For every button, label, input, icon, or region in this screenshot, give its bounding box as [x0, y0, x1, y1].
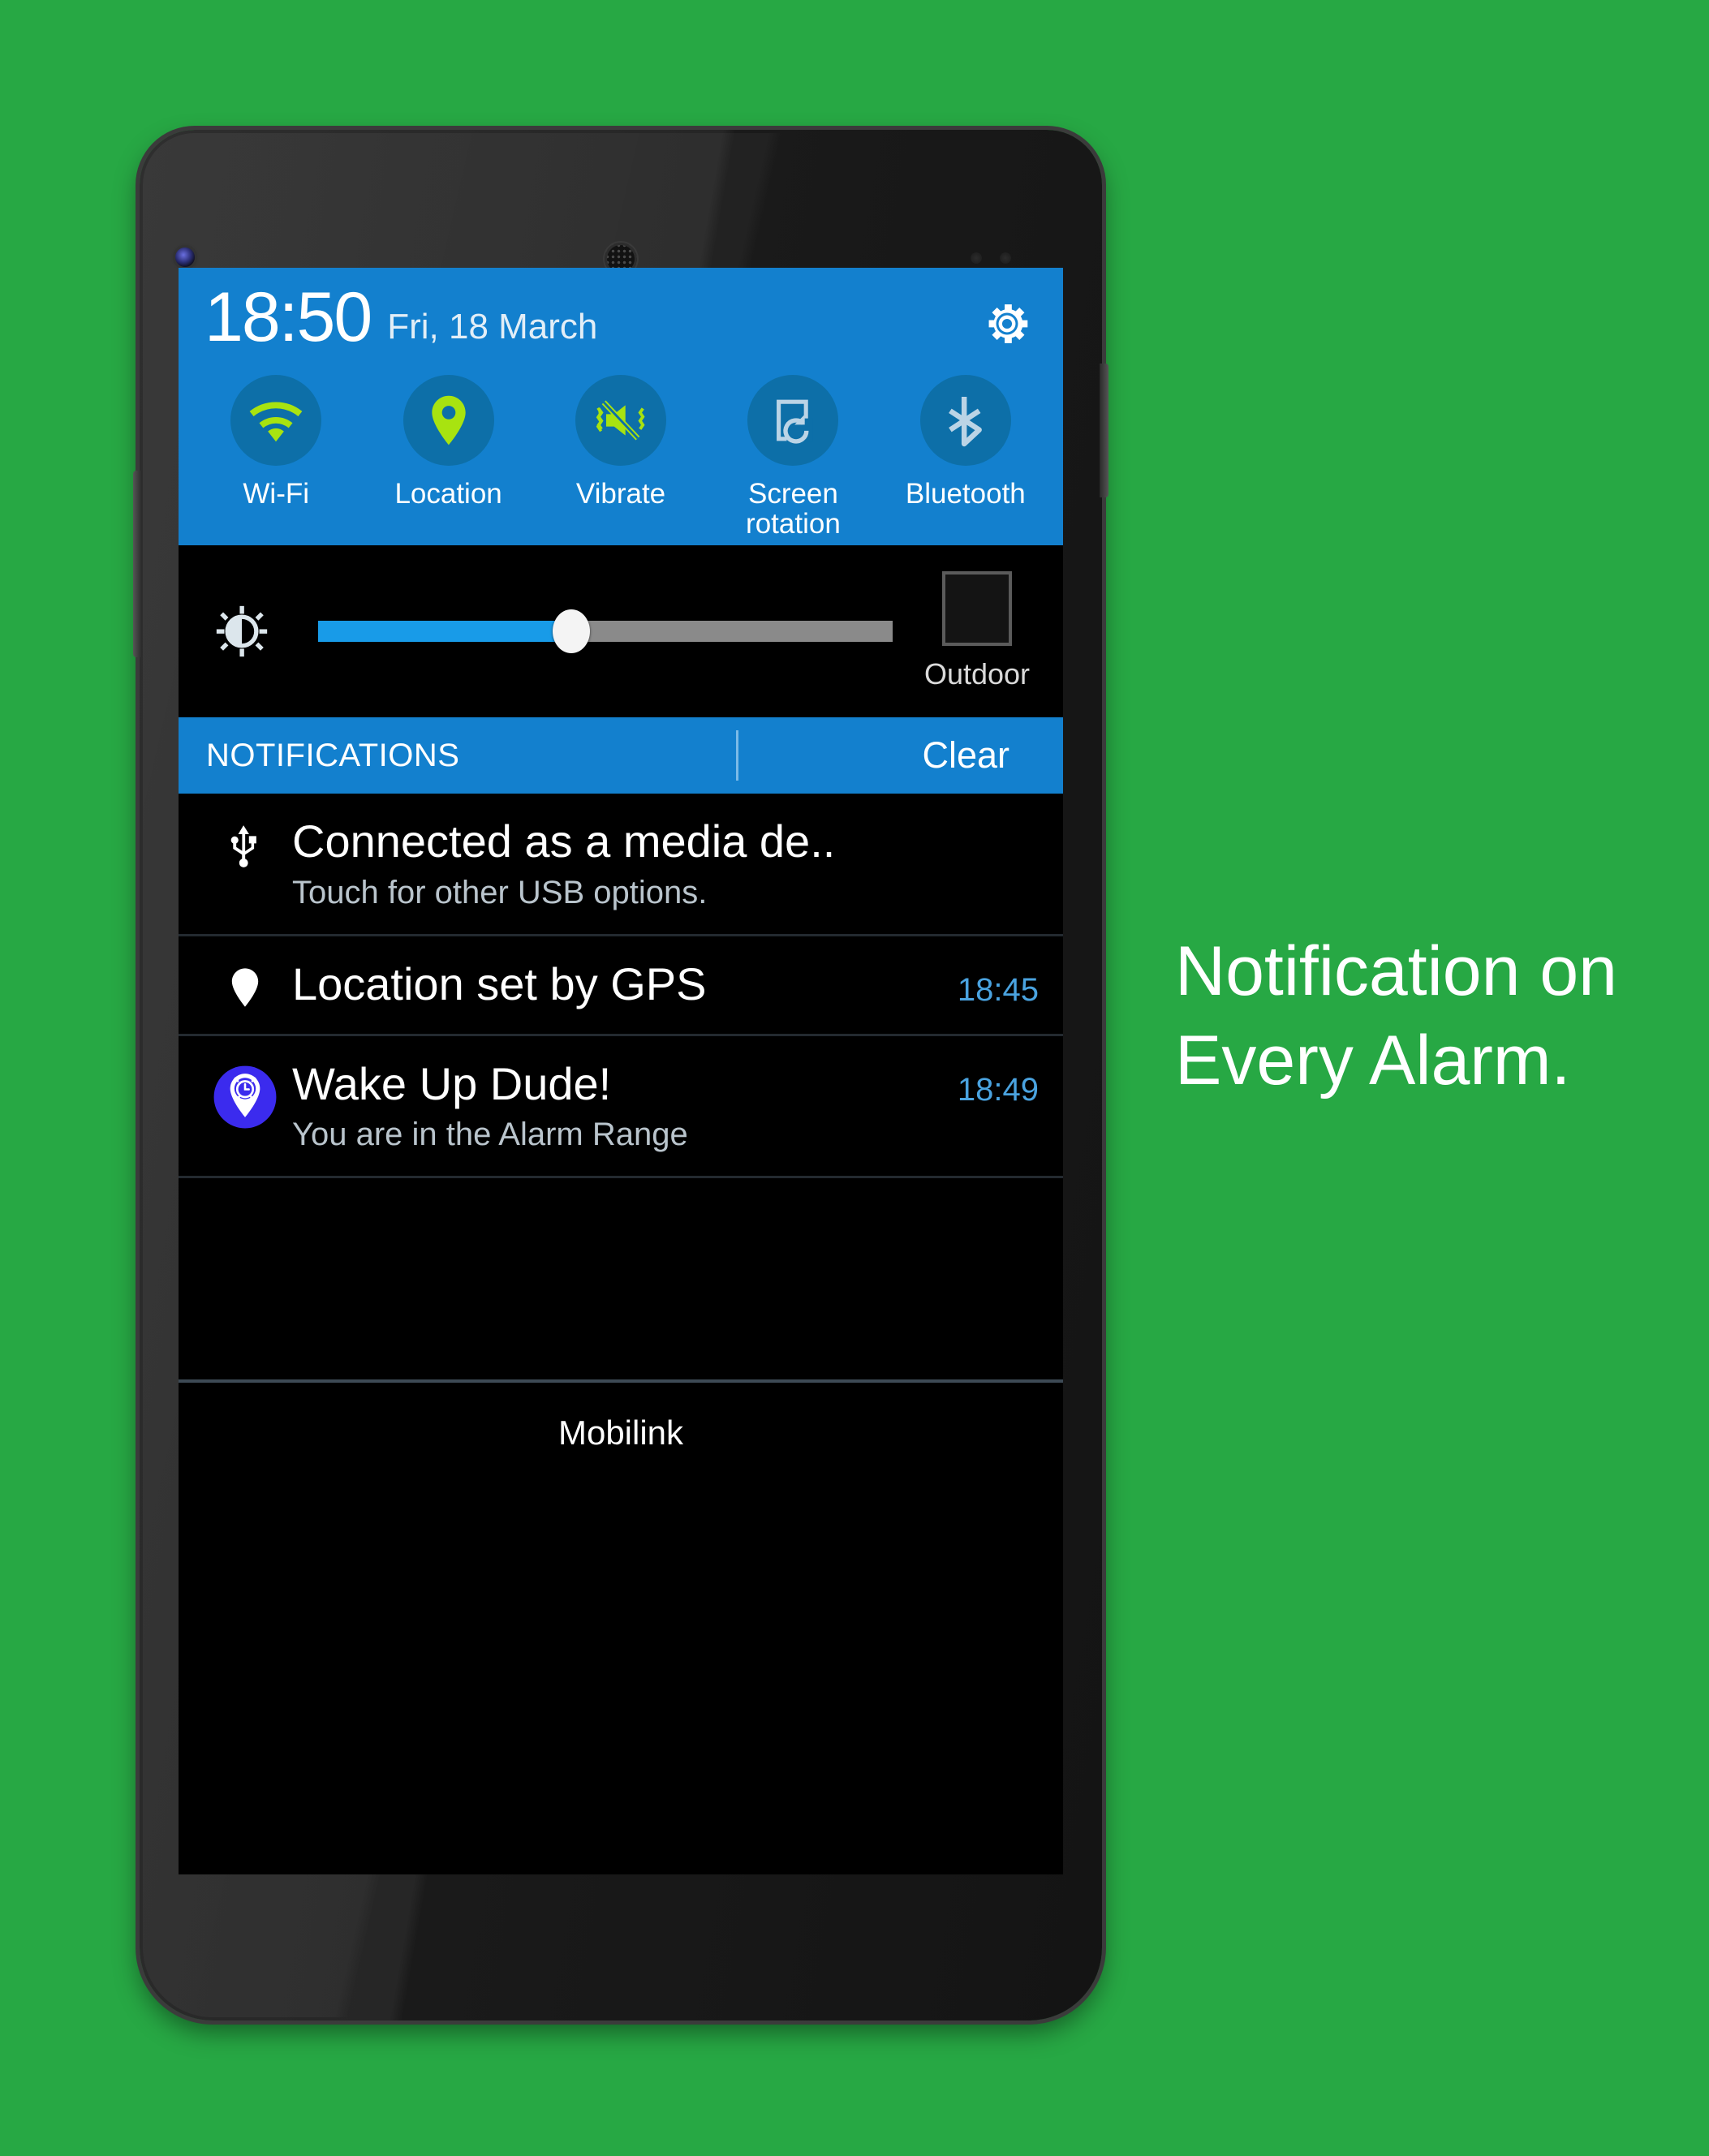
notification-title: Location set by GPS — [292, 958, 707, 1009]
status-bar-clock: 18:50 — [204, 278, 372, 356]
alarm-pin-icon — [206, 1059, 284, 1130]
promo-text: Notification on Every Alarm. — [1175, 927, 1678, 1105]
carrier-name: Mobilink — [557, 1414, 684, 1452]
quick-settings-panel: 18:50 Fri, 18 March Wi-Fi Location Vibra… — [179, 268, 1063, 545]
notification-subtitle: Touch for other USB options. — [292, 874, 708, 910]
clear-notifications-button[interactable]: Clear — [922, 734, 1034, 777]
power-button[interactable] — [1100, 364, 1108, 497]
notification-alarm-body: Wake Up Dude! You are in the Alarm Range — [284, 1057, 941, 1154]
promo-line-1: Notification on — [1175, 932, 1617, 1010]
quick-toggle-screen-rotation-circle — [747, 375, 839, 466]
notification-title: Wake Up Dude! — [292, 1057, 612, 1109]
notification-item-usb[interactable]: Connected as a media de.. Touch for othe… — [179, 794, 1063, 936]
notification-item-gps[interactable]: Location set by GPS 18:45 — [179, 936, 1063, 1036]
promo-line-2: Every Alarm. — [1175, 1022, 1571, 1100]
notification-time: 18:45 — [957, 971, 1039, 1008]
quick-toggle-vibrate-circle — [575, 375, 667, 466]
location-pin-icon — [431, 395, 466, 445]
screen-rotation-icon — [777, 399, 814, 444]
outdoor-mode-toggle[interactable]: Outdoor — [912, 571, 1042, 691]
usb-icon — [206, 816, 284, 871]
screen-rotation-label-line2: rotation — [746, 508, 841, 540]
quick-toggle-bluetooth-circle — [919, 375, 1011, 466]
carrier-bar: Mobilink — [179, 1383, 1063, 1484]
quick-toggle-location-circle — [402, 375, 494, 466]
notification-time — [1022, 816, 1039, 829]
brightness-slider[interactable] — [318, 609, 893, 653]
quick-toggle-wifi-label: Wi-Fi — [243, 478, 310, 510]
brightness-slider-thumb[interactable] — [552, 609, 590, 653]
volume-rocker-button[interactable] — [133, 471, 142, 657]
quick-toggle-screen-rotation-label: Screen rotation — [746, 479, 841, 545]
notifications-title: NOTIFICATIONS — [206, 737, 460, 773]
brightness-slider-fill — [318, 621, 571, 642]
location-pin-icon — [206, 959, 284, 1011]
notification-gps-body: Location set by GPS — [284, 958, 941, 1010]
notification-subtitle: You are in the Alarm Range — [292, 1117, 688, 1153]
outdoor-checkbox[interactable] — [942, 571, 1012, 646]
screenshot-stage: 18:50 Fri, 18 March Wi-Fi Location Vibra… — [0, 0, 1709, 2156]
quick-toggle-bluetooth[interactable]: Bluetooth — [880, 375, 1052, 545]
gear-icon[interactable] — [980, 297, 1034, 351]
notifications-header: NOTIFICATIONS Clear — [179, 717, 1063, 794]
vibrate-mute-icon — [596, 400, 645, 441]
quick-toggle-vibrate[interactable]: Vibrate — [535, 375, 707, 545]
notification-usb-body: Connected as a media de.. Touch for othe… — [284, 815, 1022, 911]
notification-list: Connected as a media de.. Touch for othe… — [179, 794, 1063, 1484]
light-sensor-icon — [1000, 252, 1011, 264]
quick-toggle-vibrate-label: Vibrate — [575, 478, 666, 510]
status-bar-date: Fri, 18 March — [387, 307, 598, 346]
notification-title: Connected as a media de.. — [292, 815, 836, 867]
quick-toggle-bluetooth-label: Bluetooth — [905, 478, 1026, 510]
wifi-icon — [249, 402, 303, 442]
brightness-row: Outdoor — [179, 545, 1063, 717]
brightness-icon[interactable] — [214, 604, 269, 659]
status-bar: 18:50 Fri, 18 March — [179, 268, 1063, 354]
phone-screen: 18:50 Fri, 18 March Wi-Fi Location Vibra… — [179, 268, 1063, 1874]
proximity-sensor-icon — [971, 252, 982, 264]
quick-toggle-wifi[interactable]: Wi-Fi — [190, 375, 362, 545]
quick-toggle-screen-rotation[interactable]: Screen rotation — [707, 375, 879, 545]
notification-item-alarm[interactable]: Wake Up Dude! You are in the Alarm Range… — [179, 1036, 1063, 1179]
outdoor-label: Outdoor — [923, 657, 1031, 691]
quick-toggle-row: Wi-Fi Location Vibrate Screen rotation B… — [179, 354, 1063, 545]
quick-toggle-location-label: Location — [394, 478, 502, 510]
notification-time: 18:49 — [957, 1071, 1039, 1108]
header-divider — [735, 730, 738, 781]
notification-empty-space — [179, 1178, 1063, 1384]
quick-toggle-location[interactable]: Location — [362, 375, 534, 545]
bluetooth-icon — [948, 397, 982, 447]
screen-rotation-label-line1: Screen — [747, 478, 838, 510]
phone-device: 18:50 Fri, 18 March Wi-Fi Location Vibra… — [133, 130, 1108, 2020]
quick-toggle-wifi-circle — [230, 375, 322, 466]
front-camera-icon — [175, 247, 195, 267]
